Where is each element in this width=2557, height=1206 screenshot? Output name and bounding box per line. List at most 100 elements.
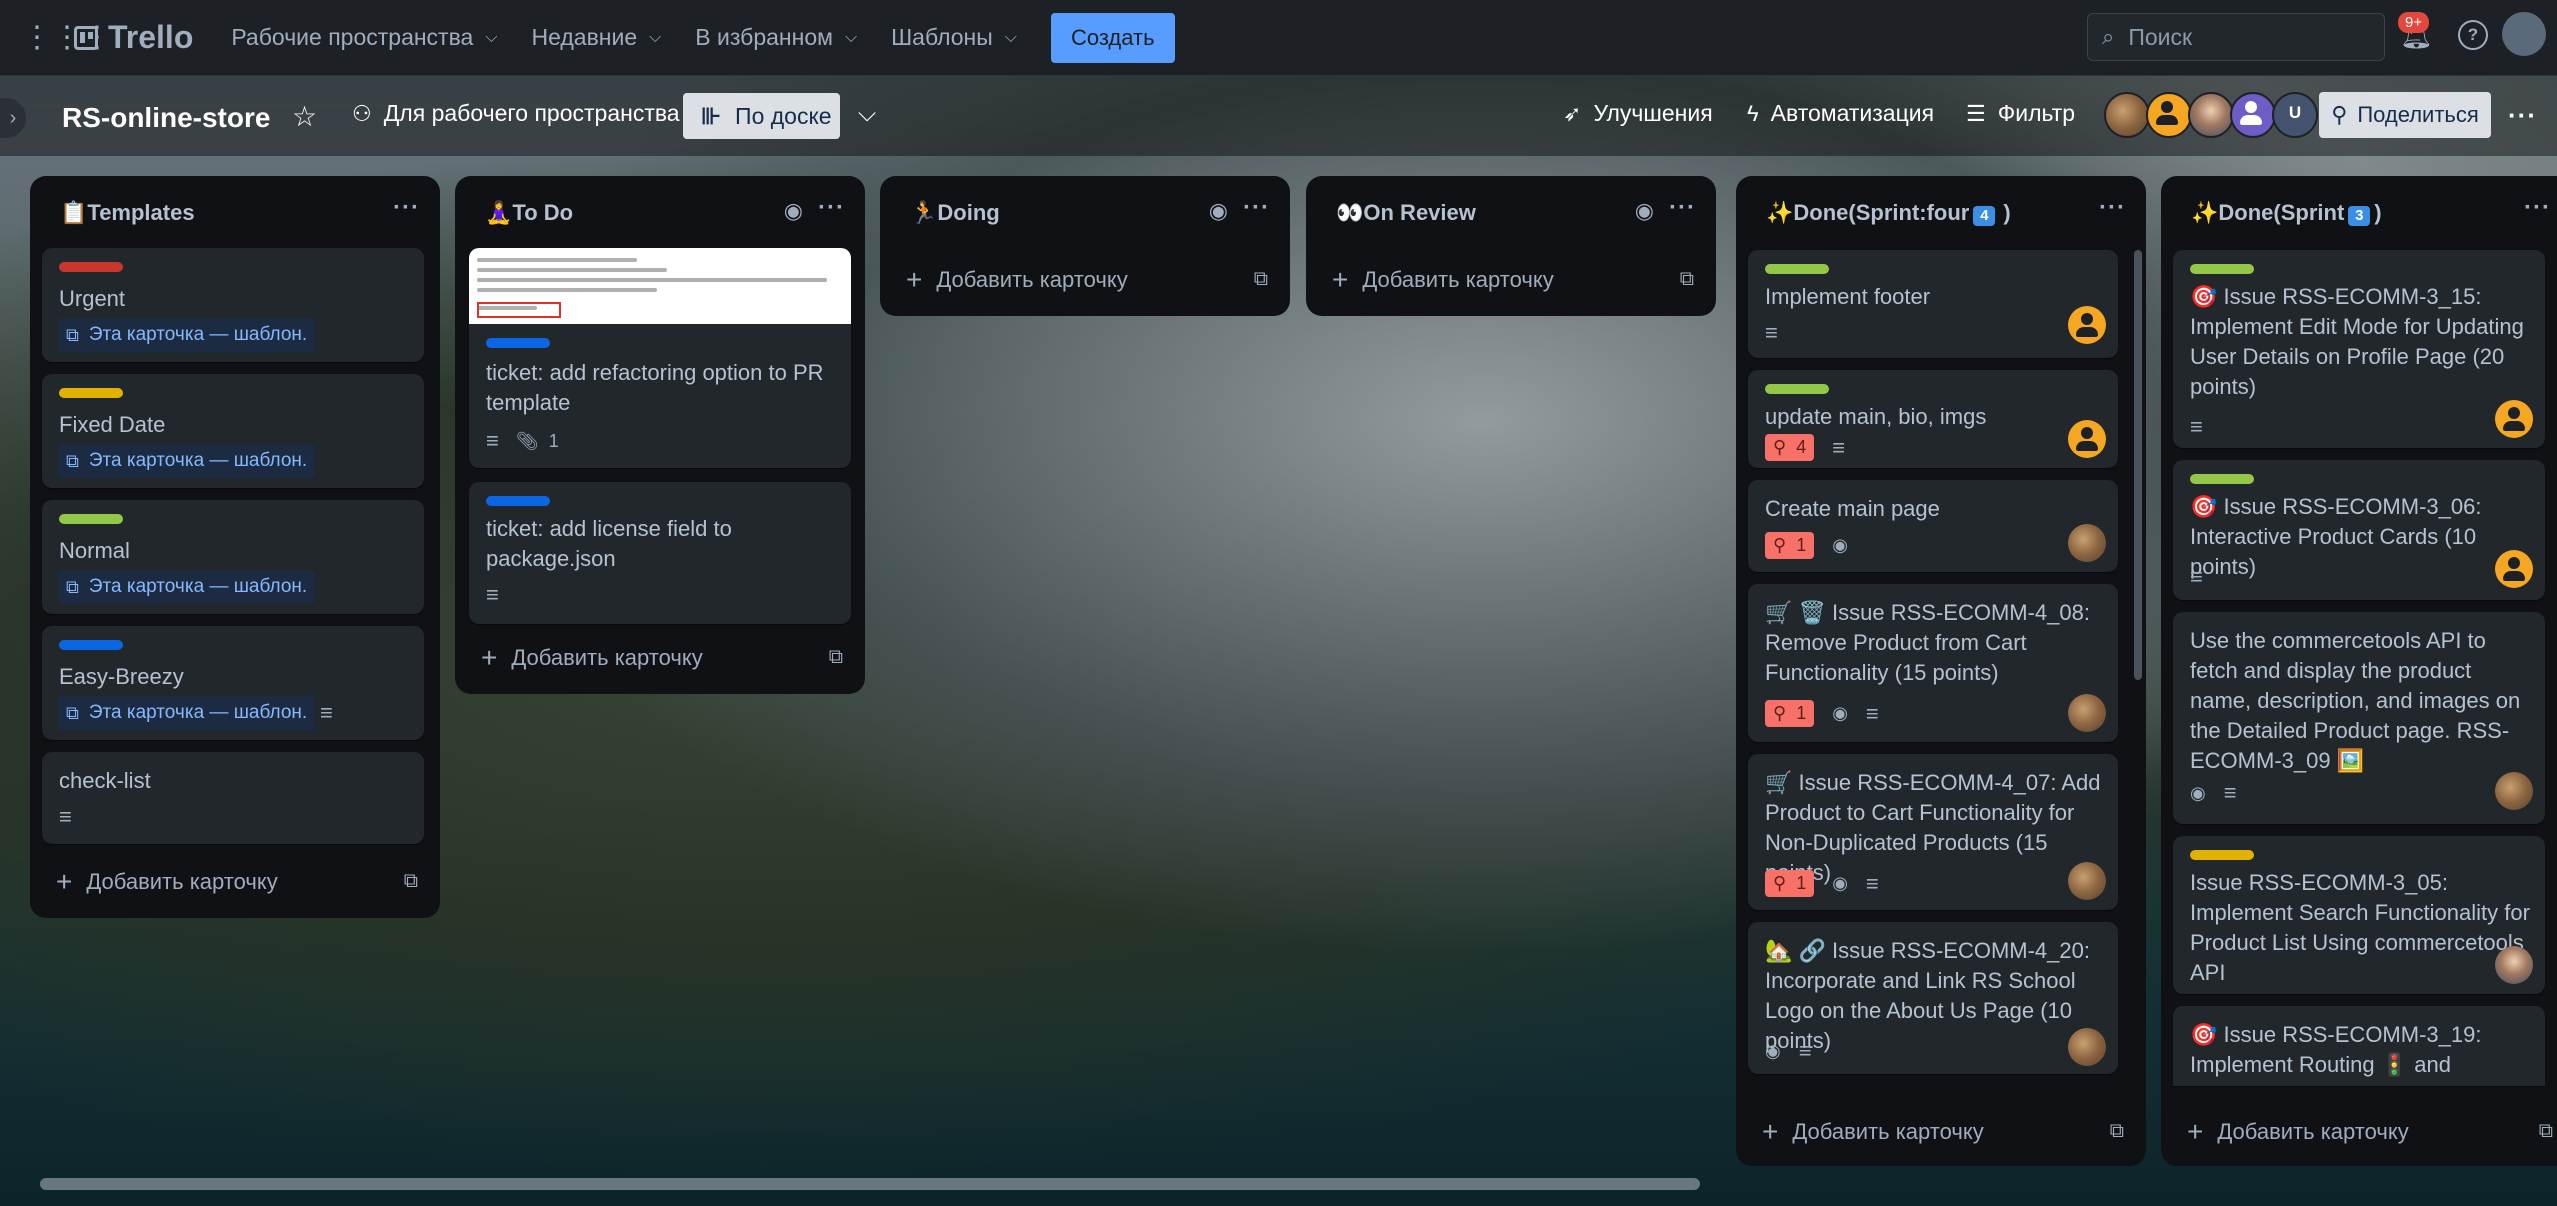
member-avatar[interactable] <box>2495 946 2533 984</box>
list-title-text: ✨Done(Sprint:four <box>1766 200 1970 225</box>
list-actions-icon[interactable]: ··· <box>393 194 420 222</box>
card[interactable]: update main, bio, imgs ⚲ 4 ≡ <box>1748 370 2118 468</box>
description-icon: ≡ <box>2223 780 2237 805</box>
card-title: 🎯 Issue RSS-ECOMM-3_19: Implement Routin… <box>2190 1022 2482 1086</box>
watch-eye-icon[interactable]: ◉ <box>1635 198 1654 224</box>
card[interactable]: check-list ≡ <box>42 752 424 844</box>
member-avatar[interactable] <box>2068 694 2106 732</box>
list-title[interactable]: 🏃Doing <box>910 200 1000 226</box>
member-avatar[interactable] <box>2068 524 2106 562</box>
card[interactable]: 🎯 Issue RSS-ECOMM-3_15: Implement Edit M… <box>2173 250 2545 448</box>
card-badges: ◉ ≡ <box>1765 1038 1812 1064</box>
list-scrollbar[interactable] <box>2134 250 2142 680</box>
add-card-button[interactable]: + Добавить карточку <box>1332 264 1554 296</box>
help-icon[interactable]: ? <box>2458 20 2488 50</box>
list-title[interactable]: ✨Done(Sprint 3) <box>2191 200 2382 226</box>
card[interactable]: Implement footer ≡ <box>1748 250 2118 358</box>
card-title: 🛒 🗑️ Issue RSS-ECOMM-4_08: Remove Produc… <box>1765 600 2090 685</box>
description-icon: ≡ <box>2190 564 2203 589</box>
member-avatar[interactable] <box>2495 400 2533 438</box>
card[interactable]: Issue RSS-ECOMM-3_05: Implement Search F… <box>2173 836 2545 994</box>
board-view-button[interactable]: ⊪ По доске <box>683 93 840 139</box>
card[interactable]: Use the commercetools API to fetch and d… <box>2173 612 2545 824</box>
card[interactable]: Normal ⧉ Эта карточка — шаблон. <box>42 500 424 614</box>
list-actions-icon[interactable]: ··· <box>1243 194 1270 222</box>
card-title: Urgent <box>59 286 126 311</box>
card[interactable]: 🛒 🗑️ Issue RSS-ECOMM-4_08: Remove Produc… <box>1748 584 2118 742</box>
add-card-button[interactable]: + Добавить карточку <box>906 264 1128 296</box>
create-from-template-icon[interactable]: ⧉ <box>404 870 418 893</box>
trello-logo[interactable]: Trello <box>74 19 193 56</box>
list-actions-icon[interactable]: ··· <box>818 194 845 222</box>
create-from-template-icon[interactable]: ⧉ <box>2110 1120 2124 1143</box>
card-title: ticket: add refactoring option to PR tem… <box>486 360 824 415</box>
card[interactable]: Fixed Date ⧉ Эта карточка — шаблон. <box>42 374 424 488</box>
powerups-button[interactable]: ➶ Улучшения <box>1563 100 1713 127</box>
watch-eye-icon[interactable]: ◉ <box>1209 198 1228 224</box>
views-dropdown-icon[interactable]: ⌵ <box>858 100 876 128</box>
list-actions-icon[interactable]: ··· <box>2099 194 2126 222</box>
card[interactable]: Create main page ⚲ 1 ◉ <box>1748 480 2118 572</box>
add-card-button[interactable]: + Добавить карточку <box>56 866 278 898</box>
create-button[interactable]: Создать <box>1050 12 1175 63</box>
create-from-template-icon[interactable]: ⧉ <box>829 646 843 669</box>
nav-templates[interactable]: Шаблоны ⌵ <box>891 24 1017 51</box>
list-title[interactable]: 📋Templates <box>60 200 195 226</box>
app-switcher-icon[interactable]: ⋮⋮⋮ <box>22 20 112 55</box>
share-button[interactable]: ⚲ Поделиться <box>2319 92 2491 138</box>
list-title[interactable]: 👀On Review <box>1336 200 1476 226</box>
create-from-template-icon[interactable]: ⧉ <box>1254 268 1268 291</box>
card[interactable]: ticket: add refactoring option to PR tem… <box>469 248 851 468</box>
member-avatar[interactable] <box>2068 306 2106 344</box>
board-title[interactable]: RS-online-store <box>62 102 270 134</box>
card[interactable]: 🎯 Issue RSS-ECOMM-3_06: Interactive Prod… <box>2173 460 2545 600</box>
star-board-icon[interactable]: ☆ <box>292 100 317 133</box>
nav-recent[interactable]: Недавние ⌵ <box>531 24 661 51</box>
card[interactable]: 🛒 Issue RSS-ECOMM-4_07: Add Product to C… <box>1748 754 2118 910</box>
create-from-template-icon[interactable]: ⧉ <box>2539 1120 2553 1143</box>
member-avatar[interactable] <box>2146 92 2192 138</box>
trello-logo-icon <box>74 25 98 50</box>
list-title[interactable]: 🧘‍♀️To Do <box>485 200 573 226</box>
filter-button[interactable]: ☰ Фильтр <box>1966 100 2075 127</box>
account-avatar[interactable] <box>2502 12 2546 56</box>
template-badge: ⧉ Эта карточка — шаблон. <box>58 444 316 478</box>
list-actions-icon[interactable]: ··· <box>1669 194 1696 222</box>
create-from-template-icon[interactable]: ⧉ <box>1680 268 1694 291</box>
automation-button[interactable]: ϟ Автоматизация <box>1747 100 1934 127</box>
nav-workspaces[interactable]: Рабочие пространства ⌵ <box>231 24 497 51</box>
list-title[interactable]: ✨Done(Sprint:four 4) <box>1766 200 2011 226</box>
visibility-button[interactable]: ⚇ Для рабочего пространства <box>352 100 680 127</box>
list-actions-icon[interactable]: ··· <box>2524 194 2551 222</box>
card[interactable]: 🏡 🔗 Issue RSS-ECOMM-4_20: Incorporate an… <box>1748 922 2118 1074</box>
board-menu-icon[interactable]: ··· <box>2508 100 2537 131</box>
member-avatar[interactable] <box>2188 92 2234 138</box>
list-header: ✨Done(Sprint:four 4) ··· <box>1736 176 2146 248</box>
add-card-button[interactable]: + Добавить карточку <box>481 642 703 674</box>
card[interactable]: ticket: add license field to package.jso… <box>469 482 851 624</box>
member-avatar[interactable] <box>2068 420 2106 458</box>
watch-eye-icon[interactable]: ◉ <box>784 198 803 224</box>
template-icon: ⧉ <box>66 702 79 723</box>
member-avatar[interactable] <box>2068 862 2106 900</box>
add-card-button[interactable]: + Добавить карточку <box>2187 1116 2409 1148</box>
member-avatar[interactable] <box>2495 772 2533 810</box>
votes-badge: ⚲ 1 <box>1765 532 1815 559</box>
add-card-button[interactable]: + Добавить карточку <box>1762 1116 1984 1148</box>
member-avatar[interactable] <box>2230 92 2276 138</box>
description-icon: ≡ <box>1865 700 1879 726</box>
member-avatar[interactable] <box>2495 550 2533 588</box>
watching-eye-icon: ◉ <box>1832 873 1848 893</box>
card[interactable]: 🎯 Issue RSS-ECOMM-3_19: Implement Routin… <box>2173 1006 2545 1086</box>
search-placeholder: Поиск <box>2128 23 2193 50</box>
card[interactable]: Easy-Breezy ⧉ Эта карточка — шаблон. ≡ <box>42 626 424 740</box>
nav-starred[interactable]: В избранном ⌵ <box>695 24 857 51</box>
member-avatar[interactable] <box>2104 92 2150 138</box>
board-horizontal-scrollbar[interactable] <box>40 1178 1700 1190</box>
card[interactable]: Urgent ⧉ Эта карточка — шаблон. <box>42 248 424 362</box>
member-avatar[interactable]: U <box>2272 92 2318 138</box>
search-input[interactable]: ⌕ Поиск <box>2087 13 2385 61</box>
member-avatar[interactable] <box>2068 1028 2106 1066</box>
board-members: U <box>2104 92 2318 138</box>
plus-icon: + <box>2187 1116 2204 1147</box>
